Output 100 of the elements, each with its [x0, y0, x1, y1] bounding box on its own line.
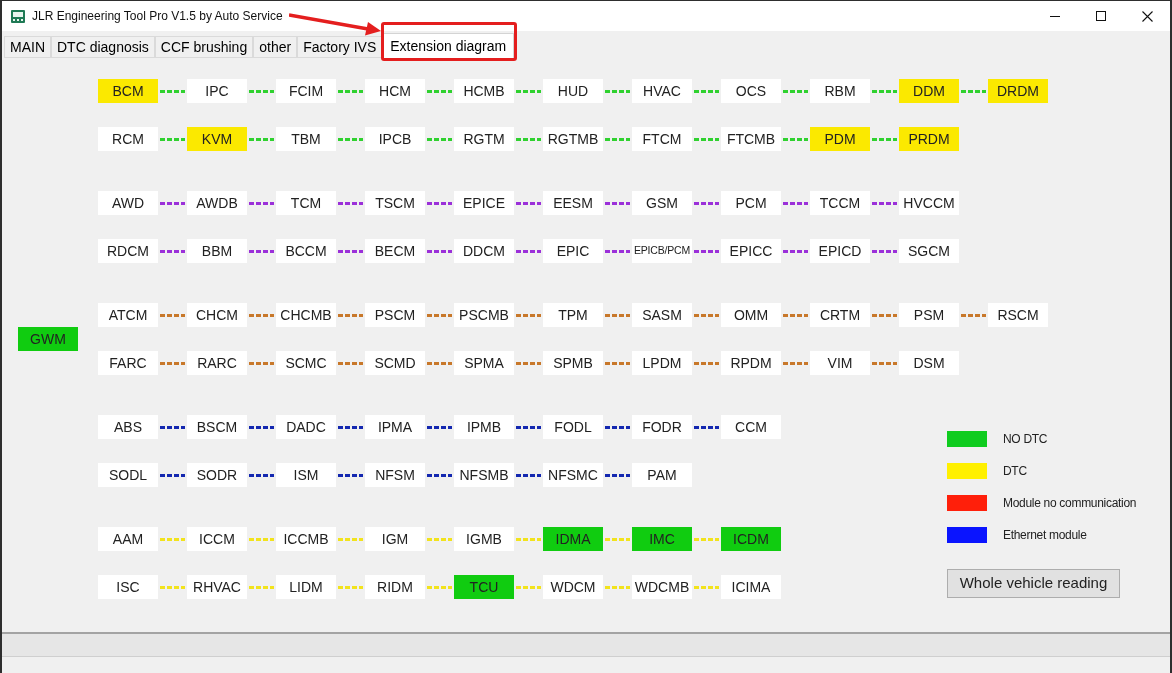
module-node: BECM	[365, 239, 425, 263]
minimize-icon	[1050, 15, 1060, 17]
module-node: EPIC	[543, 239, 603, 263]
module-node: HVAC	[632, 79, 692, 103]
module-node: PSM	[899, 303, 959, 327]
tab[interactable]: CCF brushing	[154, 36, 254, 58]
module-node: OCS	[721, 79, 781, 103]
module-node: RSCM	[988, 303, 1048, 327]
module-node: TPM	[543, 303, 603, 327]
module-node: EESM	[543, 191, 603, 215]
module-node: FTCMB	[721, 127, 781, 151]
module-node: SCMD	[365, 351, 425, 375]
module-node: PAM	[632, 463, 692, 487]
module-node: HCM	[365, 79, 425, 103]
module-node: DADC	[276, 415, 336, 439]
module-node: WDCMB	[632, 575, 692, 599]
module-node: FCIM	[276, 79, 336, 103]
module-node: KVM	[187, 127, 247, 151]
module-node: BBM	[187, 239, 247, 263]
module-node: DDCM	[454, 239, 514, 263]
module-node: RIDM	[365, 575, 425, 599]
module-node: RDCM	[98, 239, 158, 263]
window-title: JLR Engineering Tool Pro V1.5 by Auto Service	[32, 8, 283, 25]
module-node: NFSMC	[543, 463, 603, 487]
module-node: BSCM	[187, 415, 247, 439]
module-node: HCMB	[454, 79, 514, 103]
legend-label: DTC	[1003, 463, 1027, 480]
module-node: EPICE	[454, 191, 514, 215]
module-node: IPC	[187, 79, 247, 103]
module-node: RARC	[187, 351, 247, 375]
module-node: SPMA	[454, 351, 514, 375]
module-node: AWDB	[187, 191, 247, 215]
module-node: CHCMB	[276, 303, 336, 327]
module-node: IMC	[632, 527, 692, 551]
tab[interactable]: MAIN	[4, 36, 51, 58]
module-node: BCCM	[276, 239, 336, 263]
module-node: RBM	[810, 79, 870, 103]
module-node: ICDM	[721, 527, 781, 551]
module-node: SPMB	[543, 351, 603, 375]
module-node: IGMB	[454, 527, 514, 551]
module-node: FODL	[543, 415, 603, 439]
module-node: DSM	[899, 351, 959, 375]
module-node: CRTM	[810, 303, 870, 327]
module-node: RPDM	[721, 351, 781, 375]
module-node: IPMB	[454, 415, 514, 439]
module-node: EPICD	[810, 239, 870, 263]
module-node: GSM	[632, 191, 692, 215]
module-node: PSCMB	[454, 303, 514, 327]
module-node: SODR	[187, 463, 247, 487]
module-node: AWD	[98, 191, 158, 215]
module-node: GWM	[18, 327, 78, 351]
module-node: FODR	[632, 415, 692, 439]
legend-label: Ethernet module	[1003, 527, 1087, 544]
module-node: EPICB/PCM	[632, 239, 692, 263]
module-node: IGM	[365, 527, 425, 551]
tab[interactable]: Factory IVS	[297, 36, 383, 58]
module-node: FTCM	[632, 127, 692, 151]
whole-vehicle-reading-button[interactable]: Whole vehicle reading	[947, 569, 1120, 598]
module-node: AAM	[98, 527, 158, 551]
legend-label: Module no communication	[1003, 495, 1137, 512]
app-icon	[11, 9, 25, 23]
module-node: FARC	[98, 351, 158, 375]
module-node: TCCM	[810, 191, 870, 215]
module-node: WDCM	[543, 575, 603, 599]
module-node: ICCMB	[276, 527, 336, 551]
module-node: ISM	[276, 463, 336, 487]
module-node: RGTMB	[543, 127, 603, 151]
close-icon	[1141, 10, 1153, 22]
module-node: EPICC	[721, 239, 781, 263]
module-node: OMM	[721, 303, 781, 327]
module-node: PRDM	[899, 127, 959, 151]
module-node: ATCM	[98, 303, 158, 327]
module-node: PCM	[721, 191, 781, 215]
module-node: PSCM	[365, 303, 425, 327]
module-node: IPCB	[365, 127, 425, 151]
module-node: ABS	[98, 415, 158, 439]
module-node: IPMA	[365, 415, 425, 439]
tab[interactable]: Extension diagram	[382, 33, 515, 58]
tab[interactable]: other	[253, 36, 298, 58]
module-node: RGTM	[454, 127, 514, 151]
tab[interactable]: DTC diagnosis	[51, 36, 155, 58]
module-node: SASM	[632, 303, 692, 327]
module-node: HVCCM	[899, 191, 959, 215]
module-node: BCM	[98, 79, 158, 103]
module-node: ICIMA	[721, 575, 781, 599]
module-node: VIM	[810, 351, 870, 375]
module-node: NFSMB	[454, 463, 514, 487]
module-node: ICCM	[187, 527, 247, 551]
legend-label: NO DTC	[1003, 431, 1048, 448]
module-node: TCM	[276, 191, 336, 215]
module-node: RCM	[98, 127, 158, 151]
module-node: LIDM	[276, 575, 336, 599]
module-node: PDM	[810, 127, 870, 151]
module-node: CCM	[721, 415, 781, 439]
module-node: ISC	[98, 575, 158, 599]
module-node: RHVAC	[187, 575, 247, 599]
module-node: NFSM	[365, 463, 425, 487]
module-node: TSCM	[365, 191, 425, 215]
module-node: CHCM	[187, 303, 247, 327]
module-node: SODL	[98, 463, 158, 487]
